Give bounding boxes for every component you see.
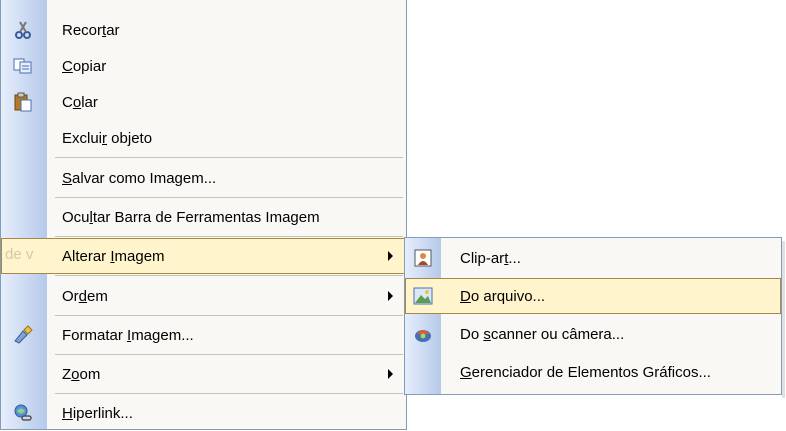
menu-item-alterar-imagem[interactable]: de v Alterar Imagem [1,238,406,274]
menu-item-ordem[interactable]: Ordem [1,278,406,314]
menu-separator [55,236,403,237]
menu-item-do-scanner-ou-camera[interactable]: Do scanner ou câmera... [405,316,781,352]
menu-item-colar[interactable]: Colar [1,84,406,120]
submenu-shadow [782,241,785,398]
menu-separator [55,354,403,355]
menu-item-formatar-imagem[interactable]: Formatar Imagem... [1,317,406,353]
background-ghost-text: de v [5,246,34,263]
picture-file-icon [413,286,433,306]
submenu-arrow-icon [388,291,393,301]
scanner-camera-icon [413,324,433,344]
hyperlink-icon [13,403,33,423]
menu-separator [55,315,403,316]
submenu-arrow-icon [388,251,393,261]
menu-item-copiar[interactable]: Copiar [1,48,406,84]
menu-item-salvar-como-imagem[interactable]: Salvar como Imagem... [1,160,406,196]
menu-item-excluir-objeto[interactable]: Excluir objeto [1,120,406,156]
menu-item-gerenciador-elementos-graficos[interactable]: Gerenciador de Elementos Gráficos... [405,354,781,390]
menu-item-label: Colar [62,93,98,111]
menu-item-recortar[interactable]: Recortar [1,12,406,48]
menu-item-label: Alterar Imagem [62,247,165,265]
paste-icon [13,92,33,112]
clipart-icon [413,248,433,268]
menu-item-label: Hiperlink... [62,404,133,422]
submenu-alterar-imagem: Clip-art... Do arquivo... Do scanner ou … [404,237,782,395]
menu-item-label: Formatar Imagem... [62,326,194,344]
context-menu: Recortar Copiar Colar Excluir objeto Sal… [0,0,407,430]
menu-item-do-arquivo[interactable]: Do arquivo... [405,278,781,314]
format-picture-icon [13,325,33,345]
copy-icon [13,56,33,76]
submenu-arrow-icon [388,369,393,379]
menu-item-label: Do scanner ou câmera... [460,325,625,343]
menu-item-hiperlink[interactable]: Hiperlink... [1,395,406,431]
menu-item-label: Excluir objeto [62,129,153,147]
menu-item-label: Ocultar Barra de Ferramentas Imagem [62,208,320,226]
menu-item-label: Zoom [62,365,101,383]
menu-separator [55,197,403,198]
menu-item-label: Do arquivo... [460,287,546,305]
menu-separator [55,157,403,158]
menu-item-zoom[interactable]: Zoom [1,356,406,392]
menu-item-label: Gerenciador de Elementos Gráficos... [460,363,711,381]
menu-item-clip-art[interactable]: Clip-art... [405,240,781,276]
scissors-icon [13,20,33,40]
menu-item-ocultar-barra[interactable]: Ocultar Barra de Ferramentas Imagem [1,199,406,235]
menu-item-label: Copiar [62,57,107,75]
menu-separator [55,393,403,394]
menu-item-label: Clip-art... [460,249,521,267]
menu-item-label: Recortar [62,21,120,39]
menu-separator [55,275,403,276]
menu-item-label: Salvar como Imagem... [62,169,217,187]
menu-item-label: Ordem [62,287,108,305]
